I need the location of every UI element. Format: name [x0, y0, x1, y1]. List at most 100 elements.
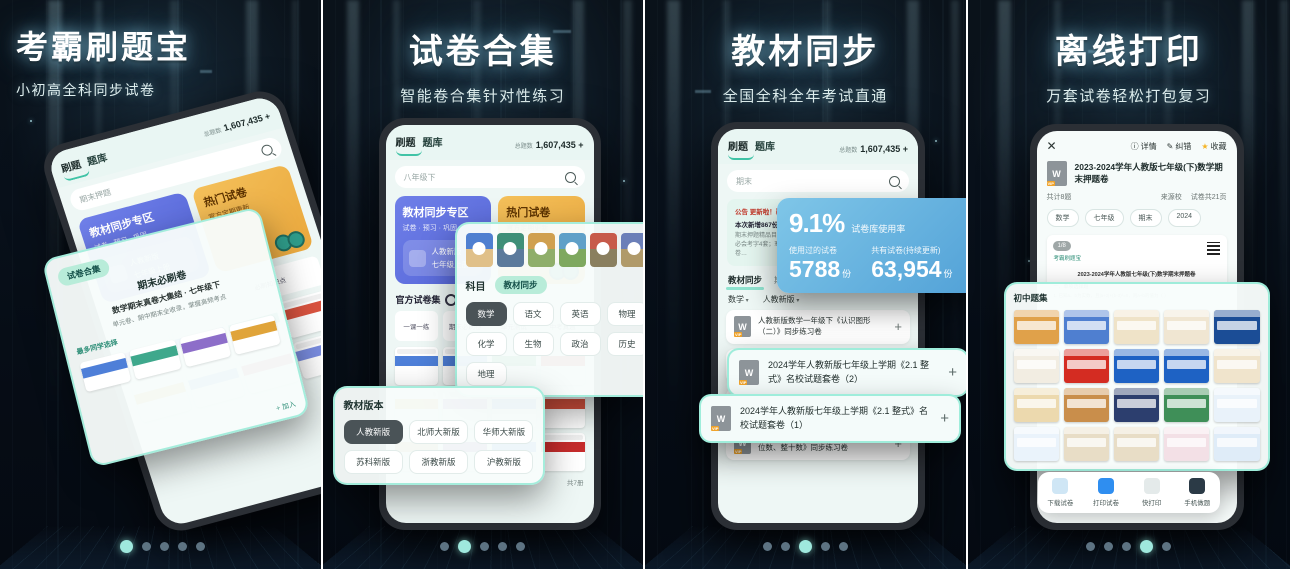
book-cover[interactable] — [1013, 349, 1059, 383]
book-thumb[interactable] — [228, 314, 281, 355]
book-cover[interactable] — [1164, 388, 1210, 422]
subject-chip[interactable]: 地理 — [465, 362, 507, 386]
book-thumb[interactable] — [540, 433, 585, 471]
book-cover[interactable] — [1214, 349, 1260, 383]
dot[interactable] — [1104, 542, 1114, 551]
dot-active[interactable] — [798, 540, 812, 553]
book-cover[interactable] — [1063, 310, 1109, 344]
dot[interactable] — [762, 542, 772, 551]
book-cover[interactable] — [1214, 388, 1260, 422]
subject-badge[interactable]: 教材同步 — [494, 276, 547, 294]
table-row[interactable]: W VIP 人教新版数学一年级下《认识图形（二）》同步练习卷 + — [726, 310, 910, 344]
add-label[interactable]: + 加入 — [275, 399, 297, 414]
dot[interactable] — [160, 542, 169, 551]
print-paper-button[interactable]: 打印试卷 — [1083, 478, 1129, 507]
book-thumb[interactable] — [79, 351, 132, 392]
cover-thumb[interactable] — [496, 233, 524, 267]
subject-chip[interactable]: 语文 — [512, 302, 554, 326]
version-selector[interactable]: 人教新版 — [763, 294, 800, 305]
version-chip[interactable]: 华师大新版 — [474, 420, 534, 444]
dot[interactable] — [1162, 542, 1172, 551]
book-cover[interactable] — [1113, 310, 1160, 344]
book-cover[interactable] — [1214, 310, 1260, 344]
book-cover[interactable] — [1013, 310, 1059, 344]
book-cover[interactable] — [1063, 427, 1109, 461]
book-cover[interactable] — [1113, 349, 1160, 383]
version-chip[interactable]: 沪教新版 — [474, 450, 534, 474]
search-icon[interactable] — [889, 175, 900, 187]
dot[interactable] — [516, 542, 526, 551]
close-icon[interactable]: ✕ — [1047, 139, 1057, 153]
dot[interactable] — [1122, 542, 1132, 551]
collection-tab[interactable]: 试卷合集 — [56, 257, 112, 288]
subject-chip[interactable]: 物理 — [606, 302, 643, 326]
book-cover[interactable] — [1164, 349, 1210, 383]
document-popover-1[interactable]: W VIP 2024学年人教新版七年级上学期《2.1 整式》名校试题套卷（2） + — [727, 348, 966, 397]
subject-chip[interactable]: 化学 — [465, 332, 507, 356]
mobile-practice-button[interactable]: 手机做题 — [1174, 478, 1220, 507]
add-icon[interactable]: + — [940, 410, 949, 427]
details-button[interactable]: ⓘ 详情 — [1131, 141, 1157, 152]
version-chip[interactable]: 苏科新版 — [343, 450, 403, 474]
dot[interactable] — [440, 542, 450, 551]
dot[interactable] — [498, 542, 508, 551]
mini-card[interactable]: 一课一练 — [394, 311, 439, 341]
search-icon[interactable] — [564, 171, 576, 183]
book-cover[interactable] — [1164, 310, 1210, 344]
subject-chip[interactable]: 生物 — [512, 332, 554, 356]
book-thumb[interactable] — [178, 326, 231, 368]
subject-chip[interactable]: 英语 — [559, 302, 601, 326]
version-chip[interactable]: 北师大新版 — [408, 420, 469, 444]
add-icon[interactable]: + — [894, 319, 902, 334]
subject-chip[interactable]: 历史 — [606, 332, 643, 356]
book-cover[interactable] — [1164, 427, 1210, 461]
subject-chip-selected[interactable]: 数学 — [465, 302, 507, 326]
subject-selector[interactable]: 数学 — [728, 294, 749, 305]
cover-thumb[interactable] — [589, 233, 617, 267]
carousel-panel-2: 试卷合集 智能卷合集针对性练习 刷题 题库 总题数 1,607,435 + 八年… — [320, 0, 643, 569]
version-chip[interactable]: 浙教新版 — [408, 450, 469, 474]
report-error-button[interactable]: ✎ 纠错 — [1167, 141, 1192, 152]
tag-exam[interactable]: 期末 — [1129, 209, 1162, 227]
dot[interactable] — [178, 542, 187, 551]
book-cover[interactable] — [1063, 349, 1109, 383]
search-input-3[interactable]: 期末 — [727, 170, 909, 192]
subject-chip[interactable]: 政治 — [559, 332, 601, 356]
cover-thumb[interactable] — [620, 233, 643, 267]
dot[interactable] — [838, 542, 848, 551]
dot-active[interactable] — [458, 540, 472, 553]
search-icon[interactable] — [259, 143, 274, 157]
dot-active[interactable] — [120, 540, 133, 553]
download-paper-button[interactable]: 下载试卷 — [1038, 478, 1084, 507]
favorite-button[interactable]: ★ 收藏 — [1201, 141, 1226, 152]
dot[interactable] — [142, 542, 151, 551]
viewer-bottom-bar: 下载试卷 打印试卷 快打印 手机做题 — [1037, 472, 1220, 513]
dot[interactable] — [196, 542, 205, 551]
book-cover[interactable] — [1113, 427, 1160, 461]
version-chip-selected[interactable]: 人教新版 — [343, 420, 403, 444]
cover-thumb[interactable] — [465, 233, 493, 267]
dot[interactable] — [780, 542, 790, 551]
tab-textbook-sync[interactable]: 教材同步 — [725, 274, 765, 290]
search-input-2[interactable]: 八年级下 — [394, 166, 585, 188]
book-cover[interactable] — [1013, 388, 1059, 422]
quick-print-button[interactable]: 快打印 — [1129, 478, 1175, 507]
book-cover[interactable] — [1013, 427, 1059, 461]
dot[interactable] — [820, 542, 830, 551]
book-thumb[interactable] — [394, 347, 439, 385]
book-cover[interactable] — [1113, 388, 1160, 422]
dot[interactable] — [1086, 542, 1096, 551]
cover-thumb[interactable] — [527, 233, 555, 267]
document-popover-2[interactable]: W VIP 2024学年人教新版七年级上学期《2.1 整式》名校试题套卷（1） + — [699, 394, 961, 443]
book-thumb[interactable] — [129, 339, 182, 380]
headline-title-2: 试卷合集 — [408, 33, 557, 71]
tag-subject[interactable]: 数学 — [1046, 209, 1079, 227]
add-icon[interactable]: + — [948, 364, 957, 381]
book-cover[interactable] — [1214, 427, 1260, 461]
dot-active[interactable] — [1140, 540, 1154, 553]
dot[interactable] — [480, 542, 490, 551]
tag-year[interactable]: 2024 — [1167, 209, 1202, 227]
tag-grade[interactable]: 七年级 — [1084, 209, 1124, 227]
cover-thumb[interactable] — [558, 233, 586, 267]
book-cover[interactable] — [1063, 388, 1109, 422]
